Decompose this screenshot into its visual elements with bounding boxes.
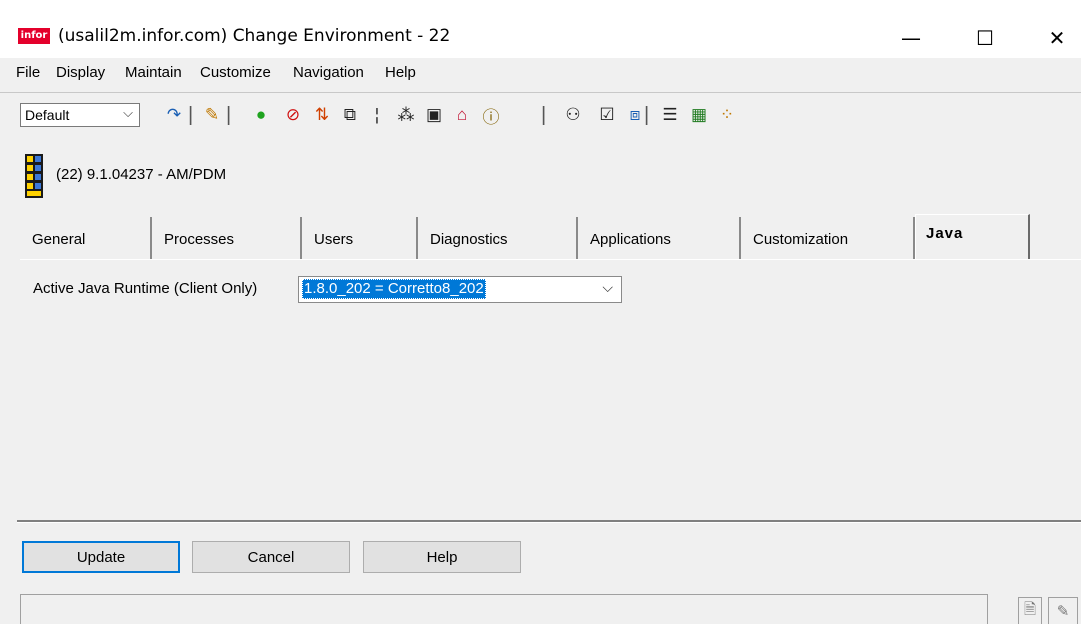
tab-label: Applications [590,231,671,248]
toolbar-separator: | [226,104,232,126]
tab-label: Users [314,231,354,248]
tab-processes[interactable]: Processes [152,217,302,259]
menu-maintain[interactable]: Maintain [125,64,182,81]
dots-grid-icon[interactable]: ⁘ [716,104,738,126]
tree-users-icon[interactable]: ⚇ [562,104,584,126]
environment-label: (22) 9.1.04237 - AM/PDM [56,166,227,183]
maximize-button[interactable]: ☐ [962,18,1008,58]
button-area-divider [17,520,1081,523]
java-runtime-label: Active Java Runtime (Client Only) [33,280,258,297]
tab-label: Diagnostics [430,231,508,248]
profile-combo[interactable]: Default ⌵ [20,103,140,127]
tab-general[interactable]: General [20,217,152,259]
cell-refs-icon[interactable]: ⁂ [395,104,417,126]
toolbar-separator: | [644,104,650,126]
edit-status-icon[interactable]: ✎ [1048,597,1078,624]
java-runtime-select[interactable]: 1.8.0_202 = Corretto8_202 ⌵ [298,276,622,303]
tab-customization[interactable]: Customization [741,217,915,259]
menu-bar: File Display Maintain Customize Navigati… [0,62,1081,86]
transfer-arrows-icon[interactable]: ⇅ [311,104,333,126]
start-green-icon[interactable]: ● [250,104,272,126]
text-cursor-icon[interactable]: ¦ [366,104,388,126]
list-icon[interactable]: ☰ [659,104,681,126]
update-button[interactable]: Update [22,541,180,573]
environment-grid-icon [25,154,43,198]
tab-diagnostics[interactable]: Diagnostics [418,217,578,259]
tab-panel-border [20,259,1081,260]
tab-java[interactable]: Java [915,214,1030,260]
toolbar-separator: | [188,104,194,126]
title-bar: infor (usalil2m.infor.com) Change Enviro… [0,0,1081,58]
stop-red-icon[interactable]: ⊘ [282,104,304,126]
checklist-icon[interactable]: ☑ [596,104,618,126]
menu-help[interactable]: Help [385,64,416,81]
toolbar: Default ⌵ ↷ ✎ ● ⊘ ⇅ ⧉ ¦ ⁂ ▣ ⌂ ⓘ ⚇ ☑ ⧈ ☰ ▦ ⁘ | | | | [0,96,1081,136]
close-button[interactable]: ✕ [1034,18,1080,58]
clipboard-icon[interactable]: 🗎 [1018,597,1042,624]
copy-icon[interactable]: ⧉ [339,104,361,126]
tab-applications[interactable]: Applications [578,217,741,259]
info-note-icon[interactable]: ⓘ [480,104,502,127]
refresh-icon[interactable]: ↷ [163,104,185,126]
java-runtime-value: 1.8.0_202 = Corretto8_202 [302,279,486,299]
menu-display[interactable]: Display [56,64,105,81]
chevron-down-icon[interactable]: ⌵ [602,279,613,296]
database-icon[interactable]: ▣ [423,104,445,126]
home-red-icon[interactable]: ⌂ [451,104,473,126]
menu-customize[interactable]: Customize [200,64,271,81]
infor-logo-icon: infor [18,28,50,44]
menu-navigation[interactable]: Navigation [293,64,364,81]
windows-icon[interactable]: ⧈ [624,104,646,126]
tab-label: Processes [164,231,235,248]
chevron-down-icon[interactable]: ⌵ [123,105,133,121]
chart-icon[interactable]: ▦ [688,104,710,126]
minimize-button[interactable]: — [888,18,934,58]
menu-divider [0,92,1081,93]
cancel-button[interactable]: Cancel [192,541,350,573]
menu-file[interactable]: File [16,64,40,81]
tab-label: Java [926,225,964,242]
toolbar-separator: | [541,104,547,126]
tab-label: General [32,231,86,248]
tab-label: Customization [753,231,849,248]
window-title: (usalil2m.infor.com) Change Environment … [58,26,451,46]
status-bar [20,594,988,624]
help-button[interactable]: Help [363,541,521,573]
tab-users[interactable]: Users [302,217,418,259]
profile-combo-value: Default [25,107,70,123]
edit-pencil-icon[interactable]: ✎ [201,104,223,126]
